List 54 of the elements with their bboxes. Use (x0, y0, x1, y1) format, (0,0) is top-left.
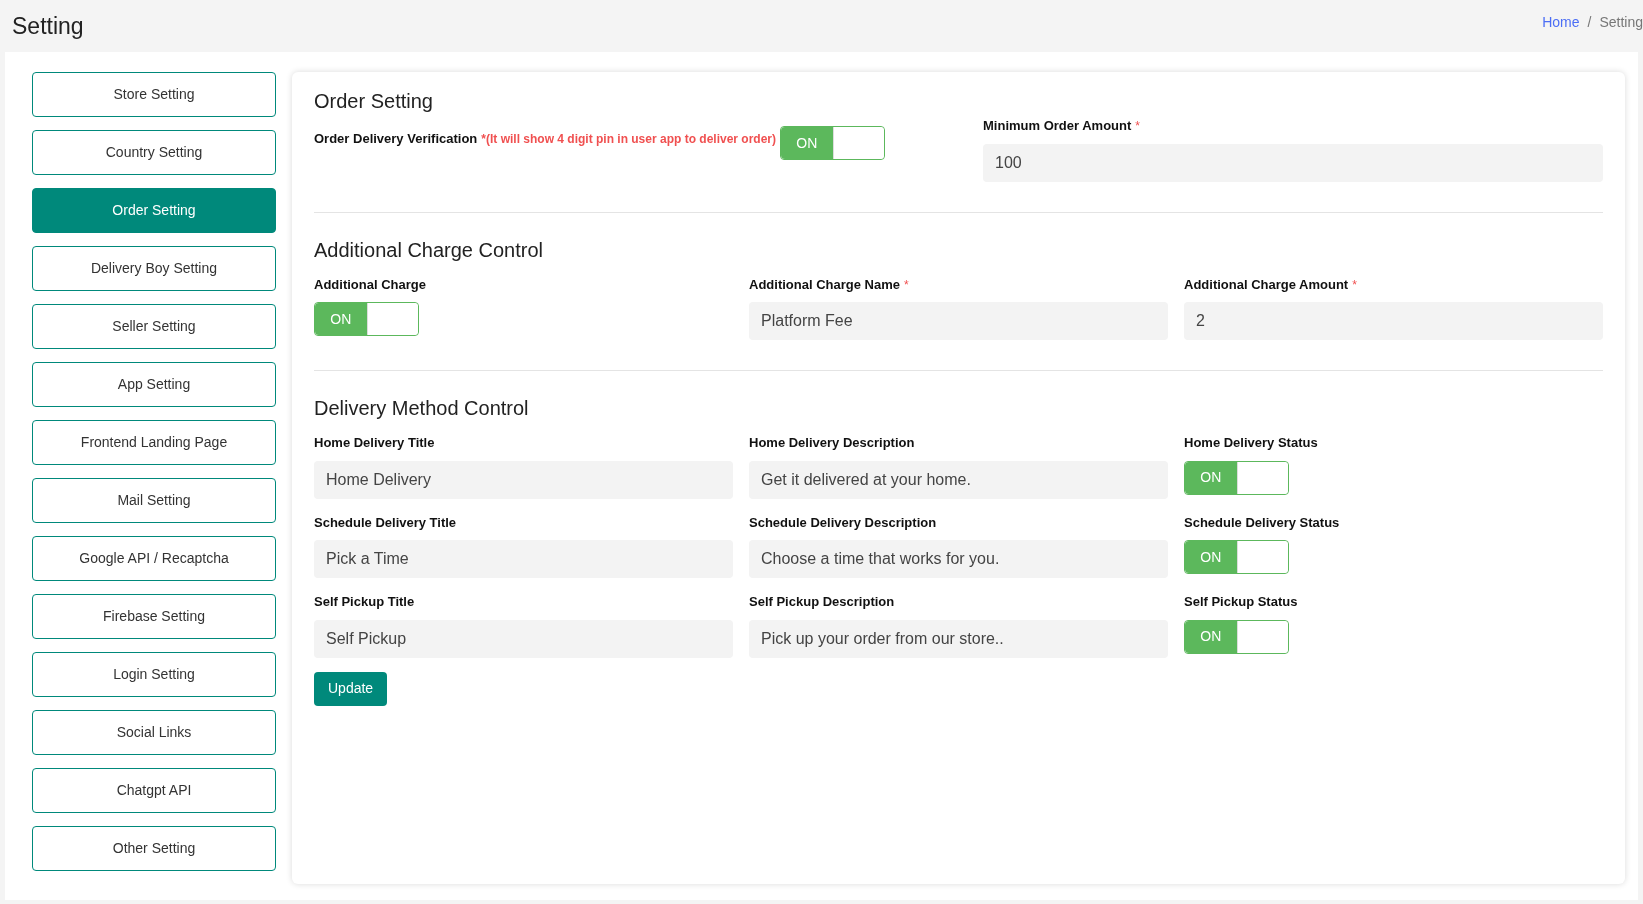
required-mark: * (1352, 276, 1357, 294)
toggle-on-label: ON (1185, 620, 1237, 653)
field-note: *(It will show 4 digit pin in user app to deliver order) (481, 131, 776, 149)
field-label: Minimum Order Amount (983, 117, 1132, 135)
sidebar-item[interactable]: Login Setting (32, 652, 276, 697)
field-label: Additional Charge Name (749, 275, 900, 294)
sidebar-item[interactable]: Frontend Landing Page (32, 420, 276, 465)
sidebar-item[interactable]: Seller Setting (32, 304, 276, 349)
input-field[interactable]: Pick up your order from our store.. (749, 619, 1168, 658)
sidebar-item[interactable]: Store Setting (32, 72, 276, 117)
field-label: Additional Charge Amount (1184, 275, 1349, 294)
field-label: Self Pickup Description (749, 593, 895, 611)
field-label: Home Delivery Title (314, 434, 435, 452)
input-field[interactable]: 100 (983, 143, 1603, 182)
toggle-on-label: ON (781, 127, 833, 159)
sidebar-item[interactable]: Country Setting (32, 130, 276, 175)
sidebar-item[interactable]: Social Links (32, 710, 276, 755)
sidebar-item[interactable]: App Setting (32, 362, 276, 407)
sidebar-item[interactable]: Other Setting (32, 826, 276, 871)
input-field[interactable]: Pick a Time (314, 540, 733, 578)
field-label: Schedule Delivery Status (1184, 513, 1340, 532)
breadcrumb-link[interactable]: Home (1542, 12, 1580, 33)
sidebar-item[interactable]: Order Setting (32, 188, 276, 233)
sidebar-item[interactable]: Delivery Boy Setting (32, 246, 276, 291)
field-label: Additional Charge (314, 275, 426, 294)
input-field[interactable]: Self Pickup (314, 619, 733, 658)
input-field[interactable]: Platform Fee (749, 302, 1168, 340)
sidebar-item[interactable]: Google API / Recaptcha (32, 536, 276, 581)
toggle-on-label: ON (1185, 541, 1237, 573)
section-title: Delivery Method Control (314, 396, 530, 421)
field-label: Self Pickup Status (1184, 593, 1298, 611)
toggle-on-label: ON (1185, 461, 1237, 494)
sidebar-item[interactable]: Mail Setting (32, 478, 276, 523)
breadcrumb-current: Setting (1599, 13, 1643, 32)
toggle-on-label: ON (315, 303, 367, 335)
input-field[interactable]: Get it delivered at your home. (749, 460, 1168, 499)
update-button[interactable]: Update (314, 671, 388, 706)
breadcrumb-separator: / (1587, 13, 1592, 32)
page-title: Setting (12, 11, 84, 41)
field-label: Home Delivery Status (1184, 434, 1318, 452)
section-title: Order Setting (314, 89, 434, 114)
field-label: Self Pickup Title (314, 593, 415, 611)
input-field[interactable]: 2 (1184, 302, 1603, 340)
field-label: Schedule Delivery Description (749, 513, 937, 532)
required-mark: * (1135, 118, 1140, 135)
required-mark: * (903, 276, 909, 294)
sidebar-item[interactable]: Firebase Setting (32, 594, 276, 639)
input-field[interactable]: Choose a time that works for you. (749, 540, 1168, 578)
input-field[interactable]: Home Delivery (314, 460, 733, 499)
section-title: Additional Charge Control (314, 237, 545, 263)
field-label: Order Delivery Verification (314, 130, 478, 149)
field-label: Home Delivery Description (749, 434, 915, 452)
sidebar-item[interactable]: Chatgpt API (32, 768, 276, 813)
field-label: Schedule Delivery Title (314, 513, 457, 532)
